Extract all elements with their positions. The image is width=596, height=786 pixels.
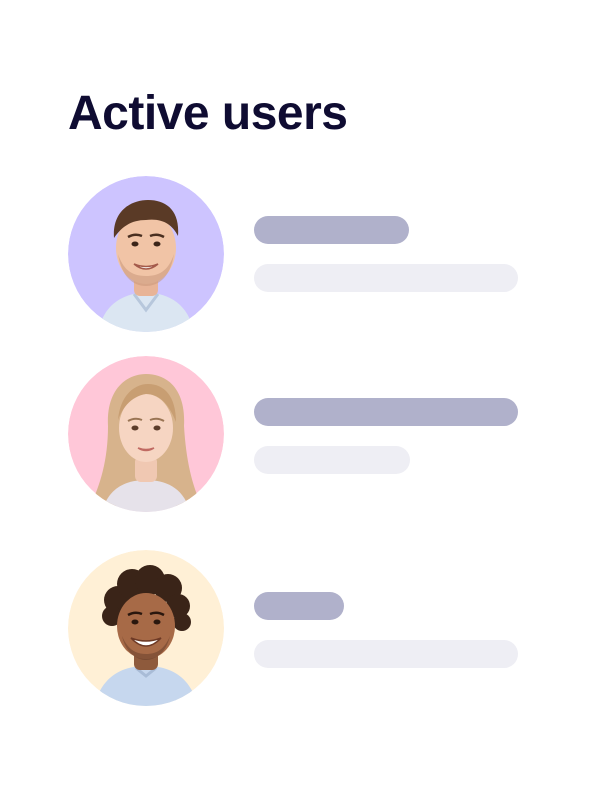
avatar [68, 550, 224, 706]
user-avatar-man-icon [68, 176, 224, 332]
user-name-placeholder [254, 592, 344, 620]
user-avatar-man-curly-icon [68, 550, 224, 706]
user-name-placeholder [254, 216, 409, 244]
user-list-item[interactable] [68, 356, 528, 516]
user-detail-placeholder [254, 640, 518, 668]
user-name-placeholder [254, 398, 518, 426]
user-detail-placeholder [254, 446, 410, 474]
user-avatar-woman-icon [68, 356, 224, 512]
avatar [68, 356, 224, 512]
avatar [68, 176, 224, 332]
page-title: Active users [68, 87, 348, 140]
user-list-item[interactable] [68, 176, 528, 336]
user-detail-placeholder [254, 264, 518, 292]
user-list-item[interactable] [68, 550, 528, 710]
